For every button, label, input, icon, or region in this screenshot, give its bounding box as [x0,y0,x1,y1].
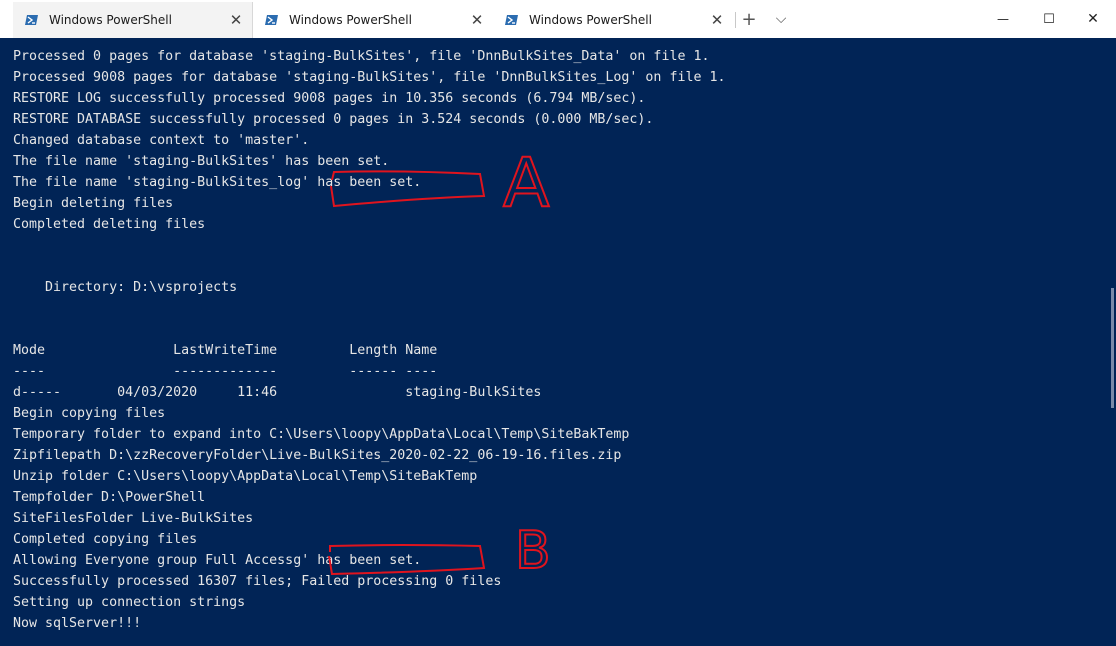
terminal-line: ---- ------------- ------ ---- [13,364,438,379]
terminal-output[interactable]: Processed 0 pages for database 'staging-… [0,38,1108,646]
terminal-line: Allowing Everyone group Full Accessg' ha… [13,553,422,568]
terminal-line: Now sqlServer!!! [13,616,142,631]
powershell-icon [505,15,518,25]
terminal-line: RESTORE LOG successfully processed 9008 … [13,91,646,106]
terminal-line: Changed database context to 'master'. [13,133,310,148]
new-tab-button[interactable]: + [738,8,760,30]
terminal-scrollbar[interactable] [1108,38,1116,646]
terminal-line: The file name 'staging-BulkSites_log' ha… [13,175,422,190]
title-bar: Windows PowerShell ✕ Windows PowerShell … [0,0,1116,38]
tab-powershell-3[interactable]: Windows PowerShell ✕ [493,2,733,38]
terminal-line: Begin deleting files [13,196,174,211]
maximize-button[interactable]: ☐ [1026,0,1072,38]
terminal-line: SiteFilesFolder Live-BulkSites [13,511,254,526]
terminal-line: Completed copying files [13,532,198,547]
close-window-button[interactable]: ✕ [1070,0,1116,38]
terminal-line: Completed deleting files [13,217,206,232]
terminal-line: Temporary folder to expand into C:\Users… [13,427,630,442]
terminal-line: The file name 'staging-BulkSites' has be… [13,154,390,169]
tab-label: Windows PowerShell [529,13,652,27]
close-tab-icon[interactable]: ✕ [469,11,485,29]
terminal-line: d----- 04/03/2020 11:46 staging-BulkSite… [13,385,542,400]
terminal-line: Unzip folder C:\Users\loopy\AppData\Loca… [13,469,478,484]
terminal-line: Directory: D:\vsprojects [13,280,238,295]
terminal-line: Processed 0 pages for database 'staging-… [13,49,710,64]
powershell-icon [265,15,278,25]
terminal-line: Setting up connection strings [13,595,246,610]
close-tab-icon[interactable]: ✕ [228,11,244,29]
tab-powershell-1[interactable]: Windows PowerShell ✕ [13,2,253,38]
minimize-button[interactable]: — [980,0,1026,38]
terminal-line: Begin copying files [13,406,166,421]
terminal-line: RESTORE DATABASE successfully processed … [13,112,654,127]
tab-separator [735,12,736,28]
scrollbar-thumb[interactable] [1111,288,1114,408]
close-tab-icon[interactable]: ✕ [709,11,725,29]
terminal-line: Mode LastWriteTime Length Name [13,343,438,358]
tab-label: Windows PowerShell [289,13,412,27]
powershell-icon [25,15,38,25]
chevron-down-icon[interactable]: ⌵ [770,8,792,30]
terminal-line: Processed 9008 pages for database 'stagi… [13,70,726,85]
tab-powershell-2[interactable]: Windows PowerShell ✕ [253,2,493,38]
terminal-line: Zipfilepath D:\zzRecoveryFolder\Live-Bul… [13,448,622,463]
terminal-line: Tempfolder D:\PowerShell [13,490,206,505]
tab-label: Windows PowerShell [49,13,172,27]
terminal-line: Successfully processed 16307 files; Fail… [13,574,502,589]
